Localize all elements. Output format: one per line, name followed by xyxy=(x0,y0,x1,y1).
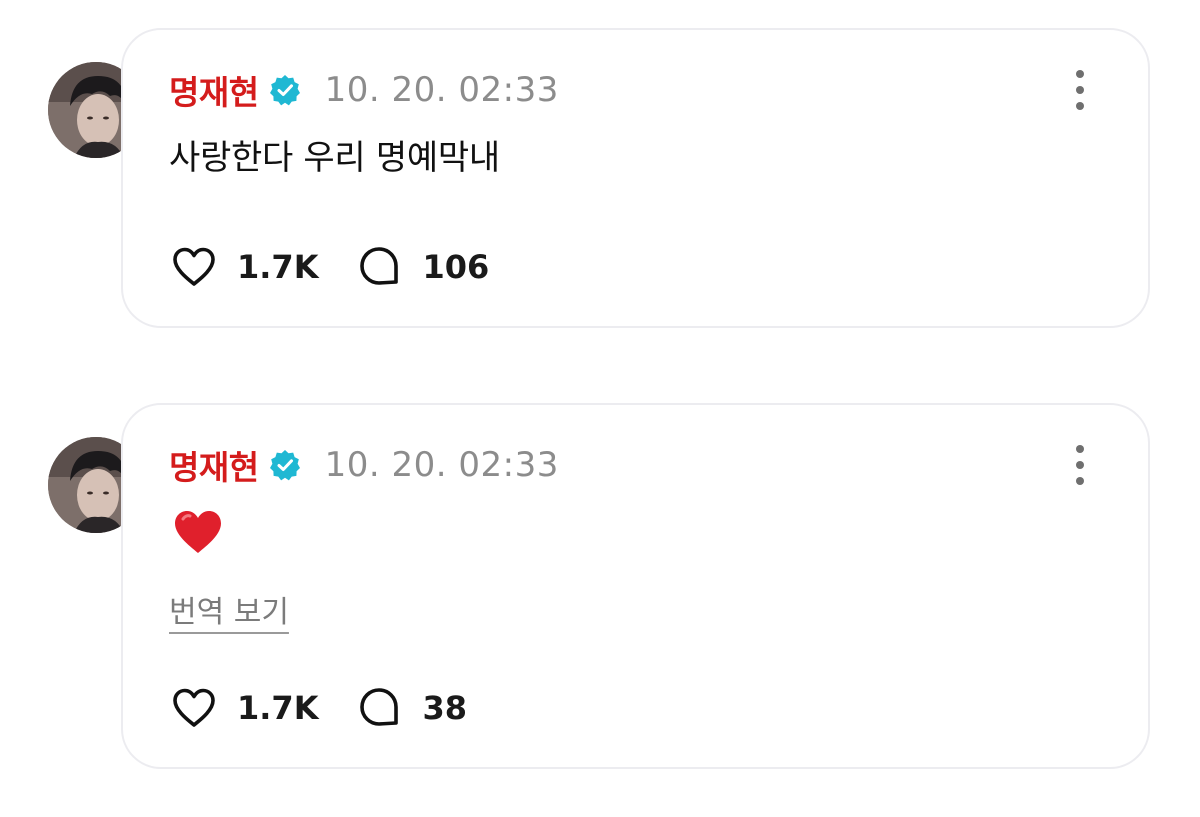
post-header: 명재현 10. 20. 02:33 xyxy=(169,443,559,487)
post-timestamp: 10. 20. 02:33 xyxy=(324,70,559,110)
post: 명재현 10. 20. 02:33 번역 보기 1.7K 38 xyxy=(0,375,1200,775)
post: 명재현 10. 20. 02:33 사랑한다 우리 명예막내 1.7K 106 xyxy=(0,0,1200,340)
verified-badge-icon xyxy=(269,449,301,481)
heart-outline-icon xyxy=(169,683,219,733)
post-card: 명재현 10. 20. 02:33 사랑한다 우리 명예막내 1.7K 106 xyxy=(121,28,1150,328)
author-name[interactable]: 명재현 xyxy=(169,441,259,489)
post-text: 사랑한다 우리 명예막내 xyxy=(169,138,500,178)
post-card: 명재현 10. 20. 02:33 번역 보기 1.7K 38 xyxy=(121,403,1150,769)
red-heart-emoji xyxy=(171,505,225,559)
post-actions: 1.7K 106 xyxy=(169,242,525,292)
like-button[interactable]: 1.7K xyxy=(169,242,318,292)
heart-outline-icon xyxy=(169,242,219,292)
comment-count: 38 xyxy=(422,689,468,727)
post-timestamp: 10. 20. 02:33 xyxy=(324,445,559,485)
post-actions: 1.7K 38 xyxy=(169,683,503,733)
comment-button[interactable]: 106 xyxy=(354,242,489,292)
see-translation-link[interactable]: 번역 보기 xyxy=(169,587,289,631)
author-name[interactable]: 명재현 xyxy=(169,66,259,114)
verified-badge-icon xyxy=(269,74,301,106)
like-count: 1.7K xyxy=(237,248,319,286)
comment-button[interactable]: 38 xyxy=(354,683,467,733)
like-count: 1.7K xyxy=(237,689,319,727)
more-options-icon[interactable] xyxy=(1068,445,1092,485)
comment-bubble-icon xyxy=(354,683,404,733)
comment-bubble-icon xyxy=(354,242,404,292)
more-options-icon[interactable] xyxy=(1068,70,1092,110)
comment-count: 106 xyxy=(422,248,490,286)
like-button[interactable]: 1.7K xyxy=(169,683,318,733)
post-header: 명재현 10. 20. 02:33 xyxy=(169,68,559,112)
